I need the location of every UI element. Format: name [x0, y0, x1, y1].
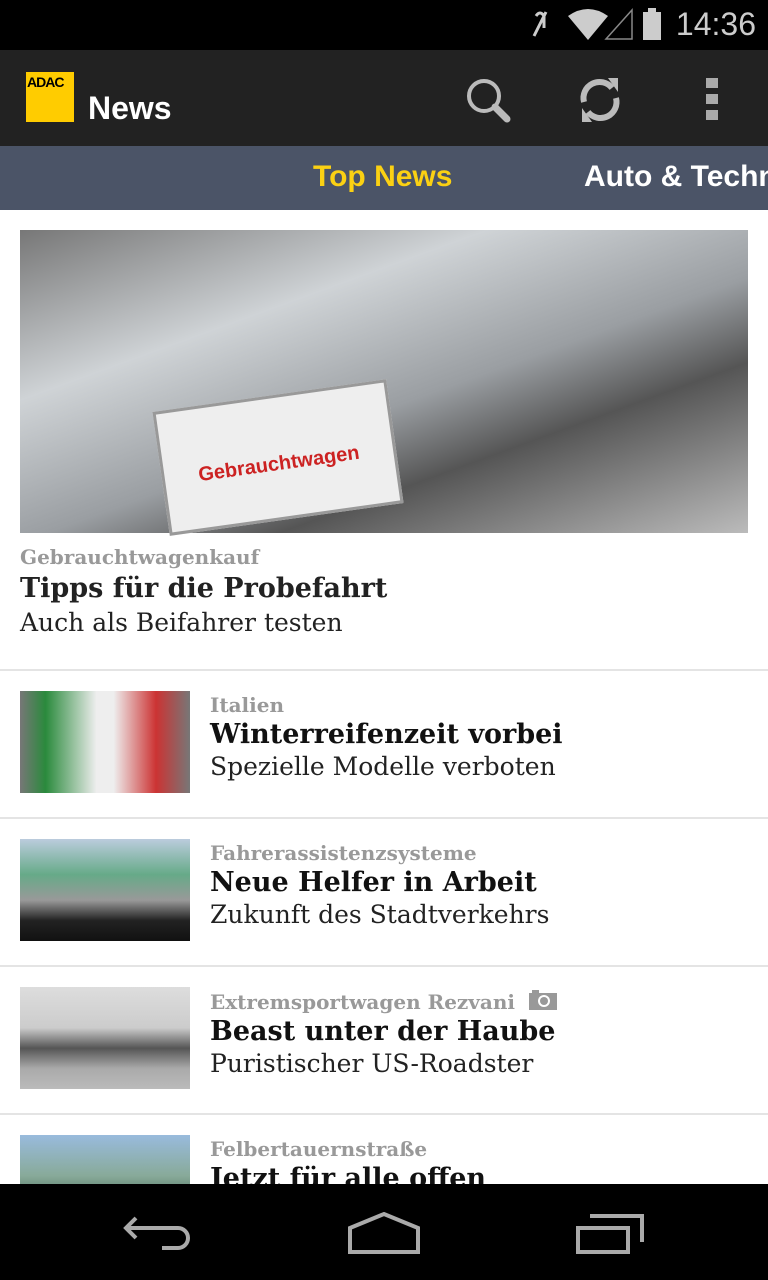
signal-icon — [604, 8, 633, 40]
featured-article[interactable]: Gebrauchtwagenkauf Tipps für die Probefa… — [20, 545, 387, 637]
tab-top-news[interactable]: Top News — [313, 160, 452, 194]
article-title: Neue Helfer in Arbeit — [210, 867, 537, 898]
tab-auto-technik[interactable]: Auto & Technik — [584, 160, 768, 194]
list-item[interactable]: Extremsportwagen Rezvani Beast unter der… — [0, 965, 768, 1113]
article-kicker: Felbertauernstraße — [210, 1137, 428, 1161]
list-item[interactable]: Fahrerassistenzsysteme Neue Helfer in Ar… — [0, 817, 768, 965]
tab-bar: Top News Auto & Technik — [0, 146, 768, 210]
refresh-button[interactable] — [572, 72, 628, 128]
app-title: News — [88, 90, 172, 126]
article-thumbnail — [20, 691, 190, 793]
overflow-menu-icon — [706, 78, 718, 120]
license-plate: Gebrauchtwagen — [152, 379, 404, 536]
article-thumbnail — [20, 839, 190, 941]
article-subtitle: Spezielle Modelle verboten — [210, 752, 556, 781]
featured-title: Tipps für die Probefahrt — [20, 573, 388, 604]
article-title: Beast unter der Haube — [210, 1016, 556, 1047]
camera-icon — [528, 990, 557, 1010]
featured-subtitle: Auch als Beifahrer testen — [20, 608, 343, 637]
app-bar: ADAC News — [0, 50, 768, 146]
wifi-icon — [568, 9, 608, 40]
article-thumbnail — [20, 987, 190, 1089]
status-bar: 14:36 — [0, 0, 768, 50]
article-kicker-text: Extremsportwagen Rezvani — [210, 990, 515, 1014]
refresh-icon — [580, 78, 620, 122]
battery-icon — [643, 8, 661, 40]
search-icon — [467, 79, 511, 123]
adac-logo[interactable]: ADAC — [26, 72, 74, 122]
featured-kicker: Gebrauchtwagenkauf — [20, 545, 260, 569]
search-button[interactable] — [460, 72, 516, 128]
overflow-menu-button[interactable] — [684, 72, 740, 128]
article-kicker: Fahrerassistenzsysteme — [210, 841, 477, 865]
mute-icon — [532, 11, 548, 37]
article-subtitle: Zukunft des Stadtverkehrs — [210, 900, 550, 929]
article-kicker: Extremsportwagen Rezvani — [210, 989, 558, 1014]
article-title: Winterreifenzeit vorbei — [210, 719, 563, 750]
list-item[interactable]: Italien Winterreifenzeit vorbei Speziell… — [0, 669, 768, 817]
featured-image[interactable]: Gebrauchtwagen — [20, 230, 748, 536]
recent-apps-icon[interactable] — [572, 1212, 648, 1256]
status-time: 14:36 — [675, 6, 756, 42]
back-icon[interactable] — [122, 1212, 196, 1256]
navigation-bar — [0, 1184, 768, 1280]
article-subtitle: Puristischer US-Roadster — [210, 1049, 534, 1078]
article-kicker: Italien — [210, 693, 285, 717]
home-icon[interactable] — [344, 1212, 424, 1256]
